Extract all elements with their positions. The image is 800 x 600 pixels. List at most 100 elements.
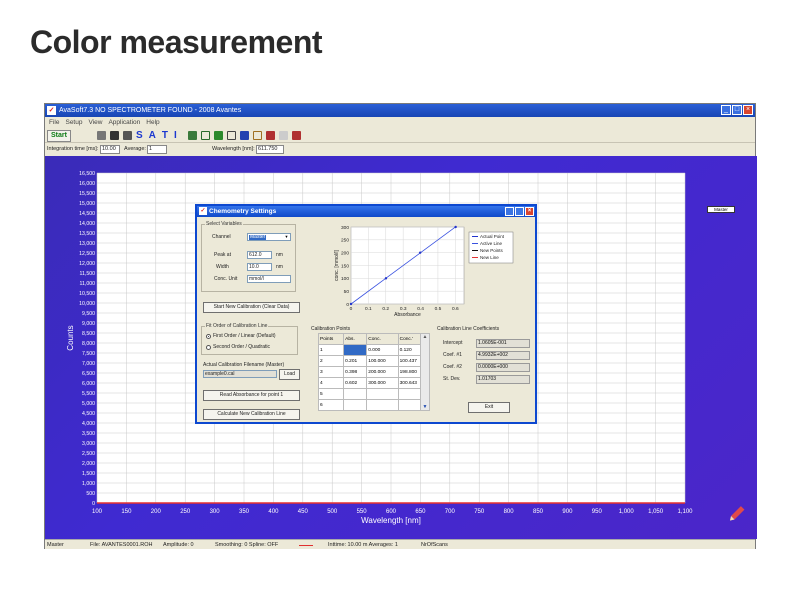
load-button[interactable]: Load	[279, 369, 300, 380]
average-field[interactable]: 1	[147, 145, 167, 154]
chemometry-icon[interactable]	[291, 131, 301, 140]
menu-setup[interactable]: Setup	[65, 117, 82, 128]
close-icon[interactable]: ×	[525, 207, 534, 216]
peak-unit: nm	[276, 252, 283, 258]
table-cell[interactable]	[366, 399, 399, 411]
minimize-icon[interactable]	[505, 207, 514, 216]
pencil-icon[interactable]	[728, 506, 745, 522]
integration-time-field[interactable]: 10.00	[100, 145, 120, 154]
conc-unit-input[interactable]: mmol/l	[247, 275, 291, 283]
y-tick-label: 15,500	[79, 191, 95, 197]
zoom-icon[interactable]	[226, 131, 236, 140]
wavelength-field[interactable]: 611.750	[256, 145, 284, 154]
toolbar: Start S A T I	[45, 129, 755, 143]
table-cell[interactable]	[366, 388, 399, 400]
status-inttime: Inttime: 10.00 m Averages: 1	[328, 542, 398, 548]
table-row[interactable]: 6	[317, 399, 431, 411]
table-cell[interactable]: 4	[317, 377, 345, 389]
x-tick-label: 350	[239, 509, 250, 515]
table-cell[interactable]	[343, 388, 368, 400]
autoscale-icon[interactable]	[239, 131, 249, 140]
slide: Color measurement ✓ AvaSoft7.3 NO SPECTR…	[0, 0, 800, 600]
table-cell[interactable]: 0.000	[366, 344, 399, 356]
table-cell[interactable]: 5	[317, 388, 345, 400]
table-cell[interactable]: 300.000	[366, 377, 399, 389]
table-cell[interactable]: 0.398	[343, 366, 368, 378]
minimize-icon[interactable]: _	[721, 105, 731, 115]
table-scrollbar[interactable]: ▲ ▼	[420, 334, 429, 410]
table-cell[interactable]	[343, 344, 368, 356]
start-button[interactable]: Start	[47, 129, 71, 142]
channel-select[interactable]: Master ▼	[247, 233, 291, 241]
menu-application[interactable]: Application	[108, 117, 140, 128]
calculate-calibration-button[interactable]: Calculate New Calibration Line	[203, 409, 300, 420]
table-row[interactable]: 2 0.201 100.000 100.437	[317, 355, 431, 367]
width-input[interactable]: 10.0	[247, 263, 272, 271]
maximize-icon[interactable]: □	[732, 105, 742, 115]
table-cell[interactable]: 200.000	[366, 366, 399, 378]
fit-second-order-radio[interactable]: Second Order / Quadratic	[206, 344, 270, 350]
radio-unselected-icon[interactable]	[206, 344, 211, 350]
menu-view[interactable]: View	[88, 117, 102, 128]
menu-help[interactable]: Help	[146, 117, 159, 128]
table-row[interactable]: 1 0.000 0.120	[317, 344, 431, 356]
table-row[interactable]: 3 0.398 200.000 198.800	[317, 366, 431, 378]
x-tick-label: 900	[562, 509, 573, 515]
menu-file[interactable]: File	[49, 117, 59, 128]
x-tick-label: 1,050	[648, 509, 664, 515]
table-cell[interactable]: 1	[317, 344, 345, 356]
read-absorbance-button[interactable]: Read Absorbance for point 1	[203, 390, 300, 401]
table-row[interactable]: 4 0.602 300.000 300.643	[317, 377, 431, 389]
mode-t-button[interactable]: T	[162, 130, 169, 141]
exit-button[interactable]: Exit	[468, 402, 510, 413]
print-icon[interactable]	[122, 131, 132, 140]
radio-selected-icon[interactable]	[206, 333, 211, 339]
move-icon[interactable]	[213, 131, 223, 140]
x-tick-label: 700	[445, 509, 456, 515]
table-cell[interactable]: 0.602	[343, 377, 368, 389]
dots-icon[interactable]	[278, 131, 288, 140]
mode-s-button[interactable]: S	[136, 130, 144, 141]
x-tick-label: 550	[357, 509, 368, 515]
mode-i-button[interactable]: I	[174, 130, 178, 141]
window-title: AvaSoft7.3 NO SPECTROMETER FOUND - 2008 …	[59, 107, 242, 114]
table-cell[interactable]	[343, 399, 368, 411]
y-tick-label: 10,500	[79, 291, 95, 297]
chevron-down-icon[interactable]: ▼	[283, 234, 290, 240]
fit-first-order-radio[interactable]: First Order / Linear (Default)	[206, 333, 276, 339]
x-tick-label: 1,000	[619, 509, 635, 515]
start-new-calibration-button[interactable]: Start New Calibration (Clear Data)	[203, 302, 300, 313]
peak-input[interactable]: 612.0	[247, 251, 272, 259]
history-icon[interactable]	[187, 131, 197, 140]
window-titlebar[interactable]: ✓ AvaSoft7.3 NO SPECTROMETER FOUND - 200…	[45, 104, 755, 117]
grid-icon[interactable]	[200, 131, 210, 140]
status-file: File: AVANTES0001.ROH	[90, 542, 153, 548]
table-cell[interactable]: 2	[317, 355, 345, 367]
dialog-titlebar[interactable]: ✓ Chemometry Settings ×	[197, 206, 535, 217]
close-icon[interactable]: ×	[743, 105, 753, 115]
table-row[interactable]: 5	[317, 388, 431, 400]
color-icon[interactable]	[265, 131, 275, 140]
calibration-points-table: Points Abs. Conc. Conc.' 1 0.000 0.120 2 0.2…	[317, 333, 431, 411]
table-cell[interactable]: 100.000	[366, 355, 399, 367]
chart-icon[interactable]	[252, 131, 262, 140]
y-tick-label: 1,000	[82, 481, 95, 487]
table-cell[interactable]: 3	[317, 366, 345, 378]
cal-y-tick-label: 100	[341, 276, 349, 282]
chevron-up-icon[interactable]: ▲	[422, 334, 428, 340]
x-tick-label: 600	[386, 509, 397, 515]
save-icon[interactable]	[109, 131, 119, 140]
stop-icon[interactable]	[96, 131, 106, 140]
mode-a-button[interactable]: A	[149, 130, 157, 141]
coef2-label: Coef. #2	[443, 364, 462, 370]
intercept-label: Intercept	[443, 340, 463, 346]
status-smoothing: Smoothing: 0 Spline: OFF	[215, 542, 279, 548]
x-tick-label: 450	[298, 509, 309, 515]
table-cell[interactable]: 0.201	[343, 355, 368, 367]
chevron-down-icon[interactable]: ▼	[422, 404, 428, 410]
y-tick-label: 4,000	[82, 421, 95, 427]
cal-x-tick-label: 0.5	[435, 306, 442, 312]
maximize-icon[interactable]	[515, 207, 524, 216]
table-cell[interactable]: 6	[317, 399, 345, 411]
y-tick-label: 9,500	[82, 311, 95, 317]
